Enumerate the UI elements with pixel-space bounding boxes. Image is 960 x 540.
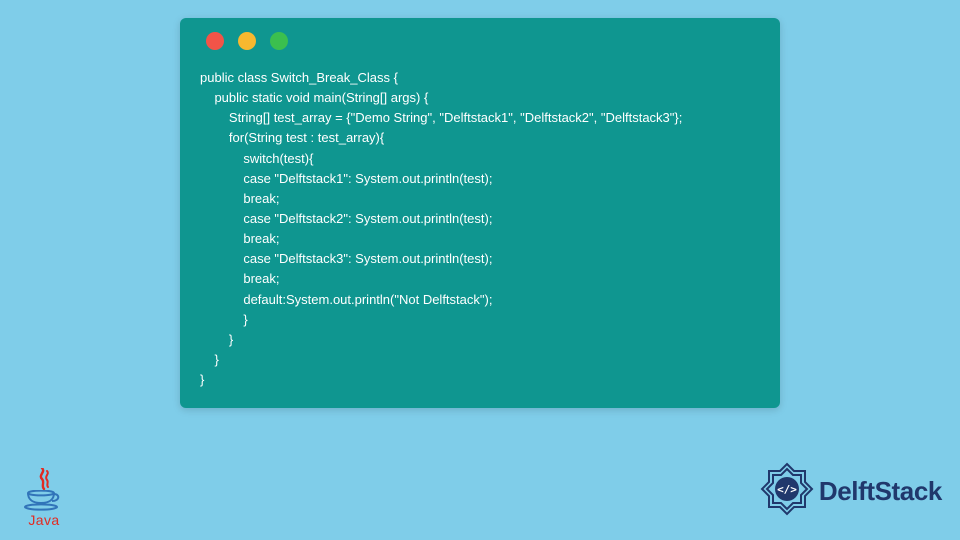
code-line: case "Delftstack1": System.out.println(t… [200,171,492,186]
code-line: default:System.out.println("Not Delftsta… [200,292,492,307]
window-traffic-lights [206,32,760,50]
minimize-icon [238,32,256,50]
delftstack-logo: </> DelftStack [759,461,942,522]
code-line: for(String test : test_array){ [200,130,384,145]
java-logo-text: Java [20,512,68,528]
maximize-icon [270,32,288,50]
code-line: } [200,372,204,387]
close-icon [206,32,224,50]
code-line: } [200,332,233,347]
code-line: case "Delftstack3": System.out.println(t… [200,251,492,266]
code-line: case "Delftstack2": System.out.println(t… [200,211,492,226]
code-line: break; [200,231,279,246]
code-line: public class Switch_Break_Class { [200,70,398,85]
code-line: break; [200,191,279,206]
code-line: String[] test_array = {"Demo String", "D… [200,110,682,125]
svg-text:</>: </> [777,483,797,496]
code-window: public class Switch_Break_Class { public… [180,18,780,408]
code-line: } [200,312,248,327]
code-line: } [200,352,219,367]
java-cup-icon [20,490,68,512]
delftstack-badge-icon: </> [759,461,815,522]
code-block: public class Switch_Break_Class { public… [200,68,760,390]
delftstack-logo-text: DelftStack [819,476,942,507]
java-logo: Java [20,468,68,528]
code-line: break; [200,271,279,286]
code-line: switch(test){ [200,151,313,166]
code-line: public static void main(String[] args) { [200,90,428,105]
java-steam-icon [20,468,68,490]
